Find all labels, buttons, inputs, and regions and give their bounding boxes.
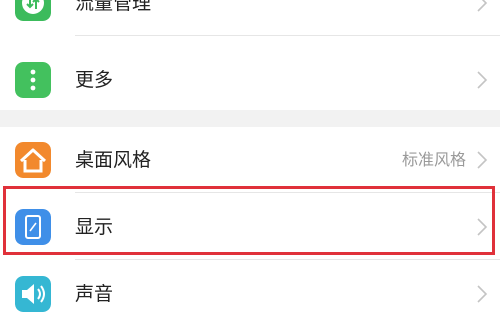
- row-divider: [75, 192, 500, 193]
- home-icon: [15, 142, 51, 178]
- chevron-right-icon: [476, 151, 488, 169]
- settings-item-display[interactable]: 显示: [0, 194, 500, 260]
- settings-item-desktop-style[interactable]: 桌面风格 标准风格: [0, 127, 500, 193]
- settings-item-label: 桌面风格: [75, 149, 152, 171]
- settings-item-label: 更多: [75, 69, 114, 91]
- more-dots-icon: [15, 62, 51, 98]
- settings-group-display: 桌面风格 标准风格 显示 声音: [0, 127, 500, 333]
- settings-screen: 流量管理 更多 桌面风格 标准风格 显示 声音: [0, 0, 500, 333]
- traffic-manager-icon: [15, 0, 51, 21]
- current-value-text: 标准风格: [401, 150, 466, 169]
- display-icon: [15, 209, 51, 245]
- settings-item-more[interactable]: 更多: [0, 47, 500, 113]
- settings-item-label: 显示: [75, 216, 114, 238]
- row-divider: [75, 35, 500, 36]
- settings-item-label: 声音: [75, 283, 114, 305]
- settings-group-network: 流量管理 更多: [0, 0, 500, 110]
- row-divider: [75, 259, 500, 260]
- speaker-icon: [15, 276, 51, 312]
- chevron-right-icon: [476, 0, 488, 12]
- chevron-right-icon: [476, 218, 488, 236]
- settings-item-traffic-management[interactable]: 流量管理: [0, 0, 500, 36]
- chevron-right-icon: [476, 285, 488, 303]
- chevron-right-icon: [476, 71, 488, 89]
- settings-item-sound[interactable]: 声音: [0, 261, 500, 327]
- settings-item-label: 流量管理: [75, 0, 152, 14]
